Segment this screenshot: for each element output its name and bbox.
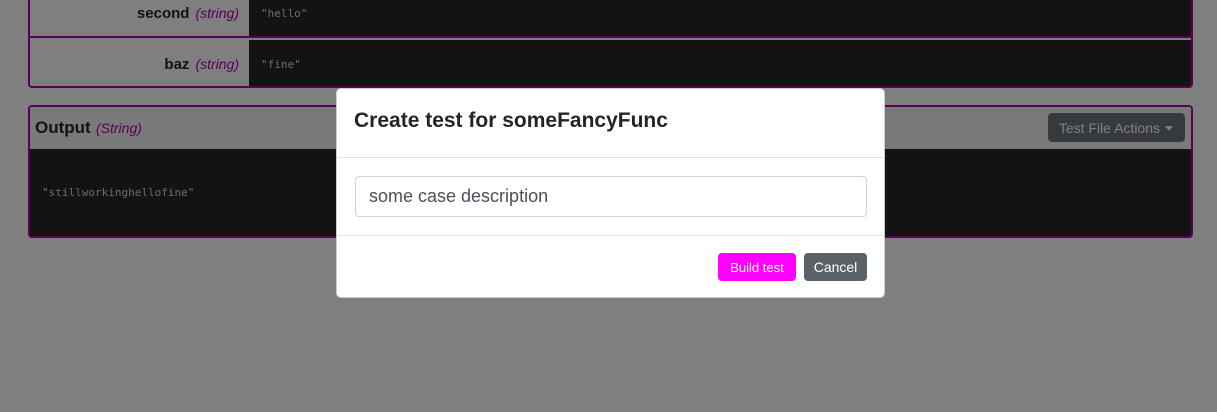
create-test-modal: Create test for someFancyFunc Build test… <box>336 88 885 298</box>
modal-body <box>337 158 884 236</box>
modal-footer: Build test Cancel <box>337 236 884 297</box>
modal-title: Create test for someFancyFunc <box>354 109 668 132</box>
page: second (string) "hello" baz (string) "fi… <box>0 0 1217 412</box>
case-description-input[interactable] <box>355 176 867 217</box>
build-test-button[interactable]: Build test <box>718 253 796 281</box>
cancel-button[interactable]: Cancel <box>804 253 867 281</box>
modal-header: Create test for someFancyFunc <box>337 89 884 158</box>
